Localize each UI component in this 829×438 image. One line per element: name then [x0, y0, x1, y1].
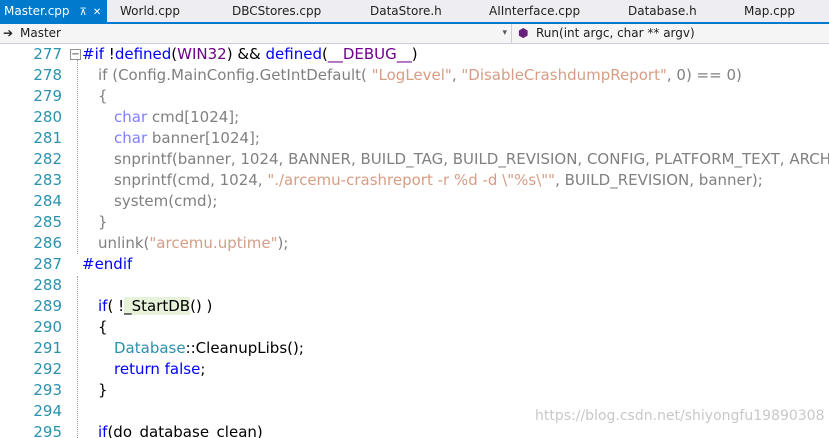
- code-line: Database::CleanupLibs();: [114, 339, 304, 357]
- line-number: 294: [33, 402, 62, 420]
- document-tab-strip: Master.cpp ⊼ ✕ World.cpp DBCStores.cpp Dat…: [0, 0, 829, 24]
- close-icon[interactable]: ✕: [93, 7, 101, 18]
- line-number: 282: [33, 150, 62, 168]
- line-number: 285: [33, 213, 62, 231]
- chevron-down-icon: ▾: [502, 28, 507, 38]
- line-number: 286: [33, 234, 62, 252]
- tab-label: DBCStores.cpp: [232, 4, 322, 18]
- code-line: char cmd[1024];: [114, 108, 240, 126]
- code-line: }: [98, 213, 108, 231]
- tab-datastore-h[interactable]: DataStore.h: [370, 0, 442, 22]
- outline-guide: [77, 276, 78, 438]
- line-number: 278: [33, 66, 62, 84]
- arrow-right-icon: ➔: [3, 26, 14, 40]
- code-line: #if !defined(WIN32) && defined(__DEBUG__…: [82, 45, 418, 63]
- tab-aiinterface-cpp[interactable]: AIInterface.cpp: [489, 0, 580, 22]
- code-line: {: [98, 87, 108, 105]
- outline-guide: [77, 60, 78, 254]
- line-number: 284: [33, 192, 62, 210]
- code-line: snprintf(banner, 1024, BANNER, BUILD_TAG…: [114, 150, 829, 168]
- code-line: unlink("arcemu.uptime");: [98, 234, 289, 252]
- line-number: 279: [33, 87, 62, 105]
- code-line: }: [98, 381, 108, 399]
- navigation-bar: ➔ Master ▾ ⬢ Run(int argc, char ** argv): [0, 24, 829, 44]
- tab-master-cpp[interactable]: Master.cpp ⊼ ✕: [0, 0, 108, 22]
- code-line: if(do_database_clean): [98, 423, 263, 438]
- code-line: system(cmd);: [114, 192, 218, 210]
- code-line: {: [98, 318, 108, 336]
- line-number: 280: [33, 108, 62, 126]
- code-line: if (Config.MainConfig.GetIntDefault( "Lo…: [98, 66, 742, 84]
- tab-label: DataStore.h: [370, 4, 442, 18]
- tab-database-h[interactable]: Database.h: [628, 0, 697, 22]
- line-number: 289: [33, 297, 62, 315]
- watermark-text: https://blog.csdn.net/shiyongfu19890308: [535, 408, 825, 424]
- code-line: #endif: [82, 255, 133, 273]
- line-number: 287: [33, 255, 62, 273]
- line-number: 281: [33, 129, 62, 147]
- member-dropdown[interactable]: ⬢ Run(int argc, char ** argv): [516, 24, 829, 43]
- code-editor[interactable]: 277 278 279 280 281 282 283 284 285 286 …: [0, 44, 829, 438]
- method-icon: ⬢: [518, 26, 529, 40]
- line-number: 288: [33, 276, 62, 294]
- member-label: Run(int argc, char ** argv): [536, 26, 695, 40]
- line-number: 290: [33, 318, 62, 336]
- tab-label: Map.cpp: [744, 4, 795, 18]
- code-line: char banner[1024];: [114, 129, 260, 147]
- tab-label: Master.cpp: [4, 4, 70, 18]
- tab-map-cpp[interactable]: Map.cpp: [744, 0, 795, 22]
- line-number: 277: [33, 45, 62, 63]
- line-number: 292: [33, 360, 62, 378]
- code-line: snprintf(cmd, 1024, "./arcemu-crashrepor…: [114, 171, 763, 189]
- scope-label: Master: [20, 26, 61, 40]
- tab-label: Database.h: [628, 4, 697, 18]
- tab-dbcstores-cpp[interactable]: DBCStores.cpp: [232, 0, 321, 22]
- tab-world-cpp[interactable]: World.cpp: [120, 0, 180, 22]
- pin-icon[interactable]: ⊼: [80, 7, 87, 18]
- line-number: 283: [33, 171, 62, 189]
- line-number: 291: [33, 339, 62, 357]
- scope-dropdown[interactable]: ➔ Master ▾: [0, 24, 512, 43]
- collapse-icon[interactable]: −: [70, 49, 81, 60]
- tab-label: AIInterface.cpp: [489, 4, 581, 18]
- line-number: 295: [33, 423, 62, 438]
- code-line: if( !_StartDB() ): [98, 297, 213, 315]
- tab-label: World.cpp: [120, 4, 181, 18]
- line-number: 293: [33, 381, 62, 399]
- code-line: return false;: [114, 360, 206, 378]
